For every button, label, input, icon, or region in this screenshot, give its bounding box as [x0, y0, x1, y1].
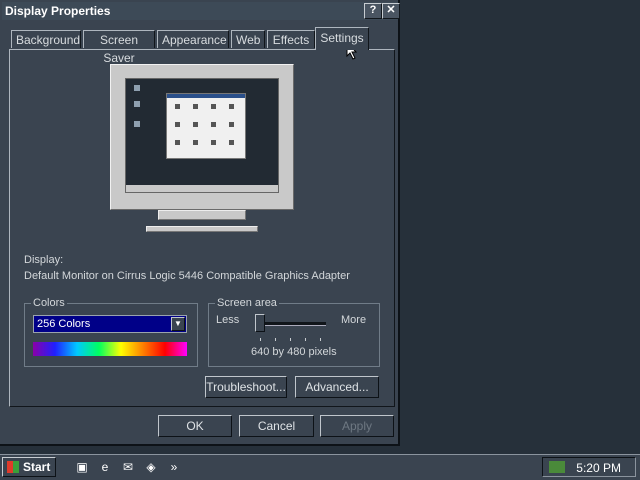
- mini-window-titlebar: [167, 94, 245, 98]
- mini-icon: [175, 140, 180, 145]
- slider-less-label: Less: [216, 314, 240, 326]
- color-spectrum-bar: [33, 342, 187, 356]
- windows-logo-icon: [7, 461, 19, 473]
- mini-icon: [211, 122, 216, 127]
- mini-desktop-icon: [134, 121, 140, 127]
- screen-area-legend: Screen area: [217, 297, 277, 309]
- mini-taskbar: [126, 185, 278, 192]
- mini-icon: [193, 140, 198, 145]
- slider-tick: [320, 338, 321, 341]
- mini-icon: [211, 104, 216, 109]
- mini-icon: [229, 104, 234, 109]
- mini-icon: [229, 140, 234, 145]
- mini-icon: [211, 140, 216, 145]
- taskbar: Start ▣ e ✉ ◈ » 5:20 PM: [0, 454, 640, 480]
- slider-tick: [290, 338, 291, 341]
- mini-desktop-icon: [134, 85, 140, 91]
- slider-tick: [275, 338, 276, 341]
- cancel-button[interactable]: Cancel: [239, 415, 314, 437]
- slider-tick: [305, 338, 306, 341]
- tab-appearance[interactable]: Appearance: [157, 30, 229, 48]
- chevron-down-icon[interactable]: ▼: [171, 317, 185, 331]
- advanced-button[interactable]: Advanced...: [295, 376, 379, 398]
- mini-icon: [193, 104, 198, 109]
- apply-button[interactable]: Apply: [320, 415, 394, 437]
- help-button[interactable]: ?: [364, 3, 382, 19]
- slider-tick: [260, 338, 261, 341]
- screen-area-value: 640 by 480 pixels: [251, 346, 337, 358]
- quick-launch-chevron[interactable]: »: [166, 459, 182, 475]
- tab-web[interactable]: Web: [231, 30, 265, 48]
- mini-icon: [193, 122, 198, 127]
- colors-select[interactable]: 256 Colors ▼: [33, 315, 187, 333]
- window-title: Display Properties: [5, 4, 111, 18]
- internet-explorer-icon[interactable]: e: [97, 459, 113, 475]
- display-properties-window: Display Properties ? ✕ Background Screen…: [0, 0, 400, 446]
- clock[interactable]: 5:20 PM: [576, 461, 621, 475]
- display-label: Display:: [24, 254, 64, 266]
- system-tray: 5:20 PM: [542, 457, 636, 477]
- tab-screen-saver[interactable]: Screen Saver: [83, 30, 155, 65]
- network-icon[interactable]: [549, 461, 565, 473]
- ok-button[interactable]: OK: [158, 415, 232, 437]
- mini-desktop-icon: [134, 101, 140, 107]
- colors-selected-value: 256 Colors: [37, 318, 91, 330]
- monitor-screen: [125, 78, 279, 193]
- close-icon: ✕: [386, 4, 396, 16]
- tab-background[interactable]: Background: [11, 30, 81, 48]
- outlook-express-icon[interactable]: ✉: [120, 459, 136, 475]
- channels-icon[interactable]: ◈: [143, 459, 159, 475]
- show-desktop-icon[interactable]: ▣: [74, 459, 90, 475]
- slider-more-label: More: [341, 314, 367, 326]
- monitor-base: [146, 226, 258, 232]
- question-mark-icon: ?: [369, 4, 377, 16]
- troubleshoot-button[interactable]: Troubleshoot...: [205, 376, 287, 398]
- title-bar[interactable]: Display Properties ? ✕: [2, 2, 400, 20]
- close-button[interactable]: ✕: [382, 3, 400, 19]
- mini-icon: [229, 122, 234, 127]
- screen-area-slider-track[interactable]: [256, 322, 326, 326]
- monitor-preview: [110, 64, 294, 210]
- mini-icon: [175, 104, 180, 109]
- monitor-neck: [158, 210, 246, 220]
- screen-area-slider-thumb[interactable]: [255, 314, 265, 332]
- tab-settings[interactable]: Settings: [315, 27, 369, 50]
- start-label: Start: [23, 460, 51, 474]
- mini-icon: [175, 122, 180, 127]
- display-adapter-text: Default Monitor on Cirrus Logic 5446 Com…: [24, 270, 350, 282]
- start-button[interactable]: Start: [2, 457, 56, 477]
- colors-legend: Colors: [33, 297, 65, 309]
- mini-window: [166, 93, 246, 159]
- tab-effects[interactable]: Effects: [267, 30, 315, 48]
